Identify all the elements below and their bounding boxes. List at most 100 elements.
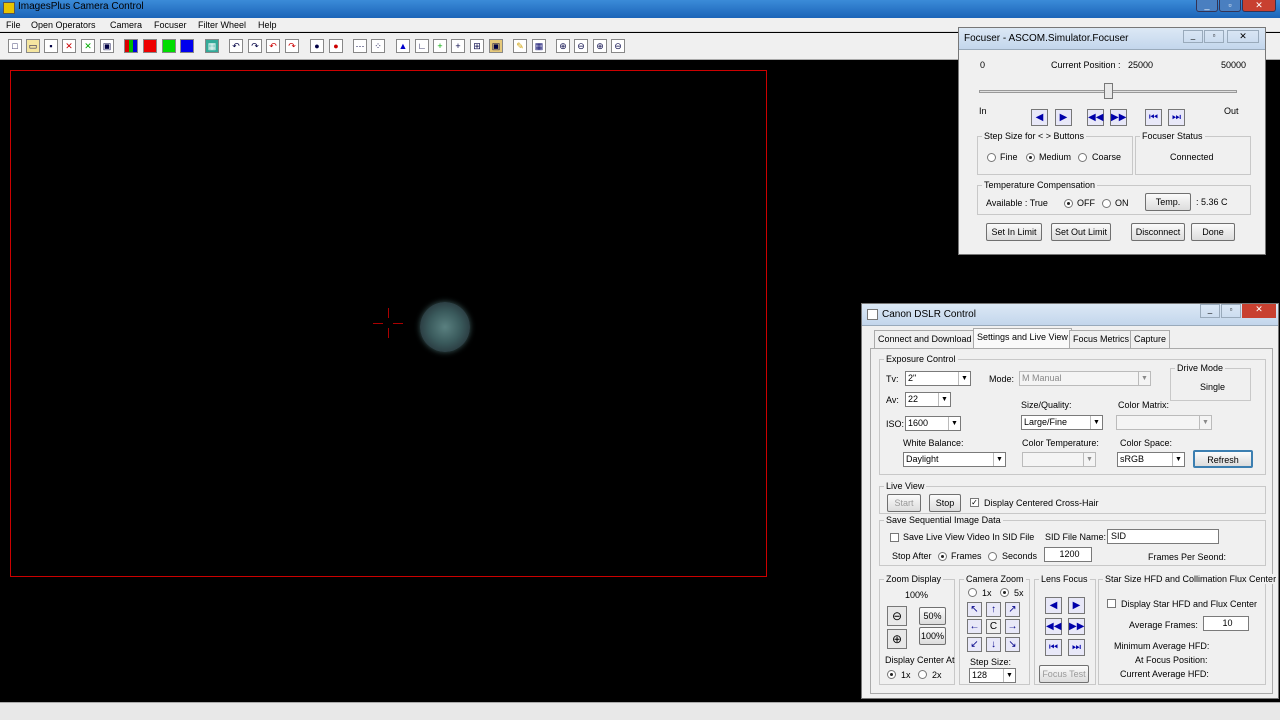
close-button[interactable]: ✕ — [1242, 0, 1276, 12]
arrow-right-icon[interactable]: → — [1005, 619, 1020, 634]
tab-settings-and-live-view[interactable]: Settings and Live View — [973, 328, 1072, 349]
tab-focus-metrics[interactable]: Focus Metrics — [1069, 330, 1134, 349]
temp-off-radio[interactable] — [1064, 199, 1073, 208]
dots-icon[interactable]: ⋯ — [353, 39, 367, 53]
av-select[interactable]: 22 ▼ — [905, 392, 951, 407]
lens-to-max-icon[interactable]: ⏭ — [1068, 639, 1085, 656]
focuser-minimize-button[interactable]: _ — [1183, 30, 1203, 43]
coarse-radio[interactable] — [1078, 153, 1087, 162]
crosshair-checkbox[interactable]: ✓ — [970, 498, 979, 507]
medium-radio[interactable] — [1026, 153, 1035, 162]
white-balance-select[interactable]: Daylight ▼ — [903, 452, 1006, 467]
color-temperature-select[interactable]: ▼ — [1022, 452, 1096, 467]
focus-in-icon[interactable]: ◀ — [1031, 109, 1048, 126]
arrow-down-right-icon[interactable]: ↘ — [1005, 637, 1020, 652]
crosshair-icon[interactable]: + — [451, 39, 465, 53]
done-button[interactable]: Done — [1191, 223, 1235, 241]
set-in-limit-button[interactable]: Set In Limit — [986, 223, 1042, 241]
undo-icon[interactable]: ↶ — [229, 39, 243, 53]
lens-focus-out-icon[interactable]: ▶ — [1068, 597, 1085, 614]
focuser-close-button[interactable]: ✕ — [1227, 30, 1259, 43]
focuser-maximize-button[interactable]: ▫ — [1204, 30, 1224, 43]
menu-focuser[interactable]: Focuser — [154, 20, 187, 30]
average-frames-input[interactable]: 10 — [1203, 616, 1249, 631]
dslr-minimize-button[interactable]: _ — [1200, 304, 1220, 318]
color-matrix-select[interactable]: ▼ — [1116, 415, 1212, 430]
to-max-icon[interactable]: ⏭ — [1168, 109, 1185, 126]
lens-focus-in-icon[interactable]: ◀ — [1045, 597, 1062, 614]
hfd-display-checkbox[interactable] — [1107, 599, 1116, 608]
seconds-radio[interactable] — [988, 552, 997, 561]
iso-select[interactable]: 1600 ▼ — [905, 416, 961, 431]
arrow-up-right-icon[interactable]: ↗ — [1005, 602, 1020, 617]
mark-blue-icon[interactable]: ● — [310, 39, 324, 53]
close-image-icon[interactable]: ✕ — [62, 39, 76, 53]
points-icon[interactable]: ⁘ — [371, 39, 385, 53]
image-icon[interactable]: ▣ — [489, 39, 503, 53]
lens-to-min-icon[interactable]: ⏮ — [1045, 639, 1062, 656]
mode-select[interactable]: M Manual ▼ — [1019, 371, 1151, 386]
color-space-select[interactable]: sRGB ▼ — [1117, 452, 1185, 467]
redo-all-icon[interactable]: ↷ — [285, 39, 299, 53]
menu-filter-wheel[interactable]: Filter Wheel — [198, 20, 246, 30]
set-out-limit-button[interactable]: Set Out Limit — [1051, 223, 1111, 241]
table-icon[interactable]: ▦ — [532, 39, 546, 53]
arrow-up-icon[interactable]: ↑ — [986, 602, 1001, 617]
dslr-close-button[interactable]: ✕ — [1242, 304, 1276, 318]
axis-icon[interactable]: ∟ — [415, 39, 429, 53]
step-size-select[interactable]: 128 ▼ — [969, 668, 1016, 683]
pencil-icon[interactable]: ✎ — [513, 39, 527, 53]
red-channel-icon[interactable] — [143, 39, 157, 53]
focus-out-icon[interactable]: ▶ — [1055, 109, 1072, 126]
rgb-icon[interactable] — [124, 39, 138, 53]
start-button[interactable]: Start — [887, 494, 921, 512]
temp-on-radio[interactable] — [1102, 199, 1111, 208]
maximize-button[interactable]: ▫ — [1219, 0, 1241, 12]
frames-radio[interactable] — [938, 552, 947, 561]
zoom-50-button[interactable]: 50% — [919, 607, 946, 625]
redo-icon[interactable]: ↷ — [248, 39, 262, 53]
mark-red-icon[interactable]: ● — [329, 39, 343, 53]
zoom-reset-icon[interactable]: ⊖ — [611, 39, 625, 53]
lens-fast-out-icon[interactable]: ▶▶ — [1068, 618, 1085, 635]
zoom-fit-icon[interactable]: ⊕ — [593, 39, 607, 53]
histogram-icon[interactable]: ▲ — [396, 39, 410, 53]
arrow-left-icon[interactable]: ← — [967, 619, 982, 634]
open-folder-icon[interactable]: ▭ — [26, 39, 40, 53]
new-icon[interactable]: □ — [8, 39, 22, 53]
tab-capture[interactable]: Capture — [1130, 330, 1171, 349]
zoom-in-icon[interactable]: ⊕ — [887, 629, 907, 649]
select-icon[interactable]: ⊞ — [470, 39, 484, 53]
center-button[interactable]: C — [986, 619, 1001, 634]
center-1x-radio[interactable] — [887, 670, 896, 679]
copy-icon[interactable]: ▣ — [100, 39, 114, 53]
minimize-button[interactable]: _ — [1196, 0, 1218, 12]
stop-button[interactable]: Stop — [929, 494, 961, 512]
center-2x-radio[interactable] — [918, 670, 927, 679]
sid-file-name-input[interactable]: SID — [1107, 529, 1219, 544]
temp-button[interactable]: Temp. — [1145, 193, 1191, 211]
menu-open-operators[interactable]: Open Operators — [31, 20, 96, 30]
green-channel-icon[interactable] — [162, 39, 176, 53]
grid-icon[interactable]: ▦ — [205, 39, 219, 53]
zoom-100-button[interactable]: 100% — [919, 627, 946, 645]
menu-help[interactable]: Help — [258, 20, 277, 30]
menu-camera[interactable]: Camera — [110, 20, 142, 30]
arrow-down-icon[interactable]: ↓ — [986, 637, 1001, 652]
tab-connect-and-download[interactable]: Connect and Download — [874, 330, 976, 349]
blue-channel-icon[interactable] — [180, 39, 194, 53]
camera-zoom-1x-radio[interactable] — [968, 588, 977, 597]
save-icon[interactable]: ▪ — [44, 39, 58, 53]
stop-after-input[interactable]: 1200 — [1044, 547, 1092, 562]
focuser-slider-thumb[interactable] — [1103, 83, 1113, 99]
zoom-out-icon[interactable]: ⊖ — [574, 39, 588, 53]
lens-fast-in-icon[interactable]: ◀◀ — [1045, 618, 1062, 635]
close-all-icon[interactable]: ✕ — [81, 39, 95, 53]
save-sid-checkbox[interactable] — [890, 533, 899, 542]
fine-radio[interactable] — [987, 153, 996, 162]
fast-in-icon[interactable]: ◀◀ — [1087, 109, 1104, 126]
undo-all-icon[interactable]: ↶ — [266, 39, 280, 53]
arrow-down-left-icon[interactable]: ↙ — [967, 637, 982, 652]
focus-test-button[interactable]: Focus Test — [1039, 665, 1089, 683]
crosshair-green-icon[interactable]: + — [433, 39, 447, 53]
